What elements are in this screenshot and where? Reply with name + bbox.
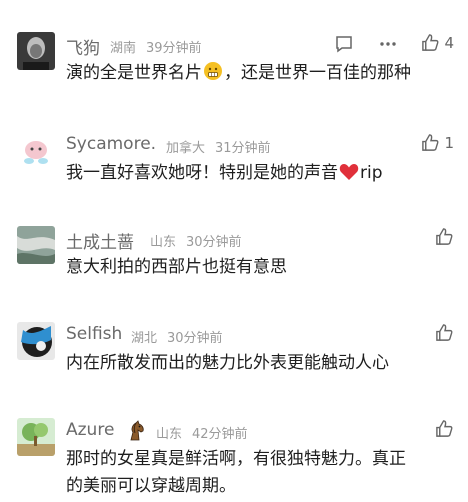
comment-text: 我一直好喜欢她呀！特别是她的声音 rip — [66, 160, 456, 190]
thumbs-up-icon — [436, 324, 453, 341]
thumbs-up-icon — [436, 420, 453, 437]
location: 加拿大 — [166, 141, 206, 156]
like-button[interactable] — [435, 227, 454, 246]
more-icon[interactable] — [378, 34, 398, 58]
horse-badge-icon — [126, 420, 148, 446]
like-button[interactable] — [435, 419, 454, 438]
comment-text: 意大利拍的西部片也挺有意思 — [66, 257, 287, 277]
comment-2: Sycamore. 加拿大 31分钟前 1 我一直好喜欢她呀！特别是她的声音 ri… — [0, 128, 468, 198]
username[interactable]: 飞狗 — [66, 34, 100, 59]
like-button[interactable]: 1 — [421, 133, 454, 152]
thumbs-up-icon — [422, 34, 439, 51]
comment-4: Selfish 湖北 30分钟前 内在所散发而出的魅力比外表更能触动人心 — [0, 320, 468, 390]
like-count: 4 — [444, 33, 454, 52]
grimace-emoji-icon — [203, 61, 223, 90]
timestamp: 42分钟前 — [192, 427, 248, 442]
location: 山东 — [156, 427, 183, 442]
reply-icon[interactable] — [334, 34, 354, 58]
timestamp: 30分钟前 — [167, 331, 223, 346]
comment-3: 土成土蔷 山东 30分钟前 意大利拍的西部片也挺有意思 — [0, 224, 468, 294]
timestamp: 30分钟前 — [186, 235, 242, 250]
comment-5: Azure 山东 42分钟前 那时的女星真是鲜活啊，有很独特魅力。真正 的美丽可… — [0, 416, 468, 502]
timestamp: 39分钟前 — [146, 41, 202, 56]
location: 山东 — [150, 235, 177, 250]
avatar[interactable] — [17, 132, 55, 170]
like-button[interactable] — [435, 323, 454, 342]
username[interactable]: Sycamore. — [66, 134, 156, 154]
thumbs-up-icon — [422, 134, 439, 151]
username[interactable]: 土成土蔷 — [66, 228, 134, 253]
avatar[interactable] — [17, 418, 55, 456]
comment-text: 内在所散发而出的魅力比外表更能触动人心 — [66, 353, 389, 373]
username[interactable]: Selfish — [66, 324, 122, 344]
like-button[interactable]: 4 — [421, 33, 454, 52]
avatar[interactable] — [17, 32, 55, 70]
comment-text: 演的全是世界名片 ，还是世界一百佳的那种 — [66, 60, 456, 90]
heart-emoji-icon — [339, 163, 359, 190]
location: 湖北 — [131, 331, 158, 346]
username[interactable]: Azure — [66, 420, 114, 440]
avatar[interactable] — [17, 226, 55, 264]
timestamp: 31分钟前 — [215, 141, 271, 156]
location: 湖南 — [110, 41, 137, 56]
avatar[interactable] — [17, 322, 55, 360]
thumbs-up-icon — [436, 228, 453, 245]
like-count: 1 — [444, 133, 454, 152]
comment-text: 那时的女星真是鲜活啊，有很独特魅力。真正 的美丽可以穿越周期。 — [66, 449, 406, 496]
comment-1: 飞狗 湖南 39分钟前 4 演的全是世界名片 ，还是世界一百佳的那种 — [0, 28, 468, 98]
